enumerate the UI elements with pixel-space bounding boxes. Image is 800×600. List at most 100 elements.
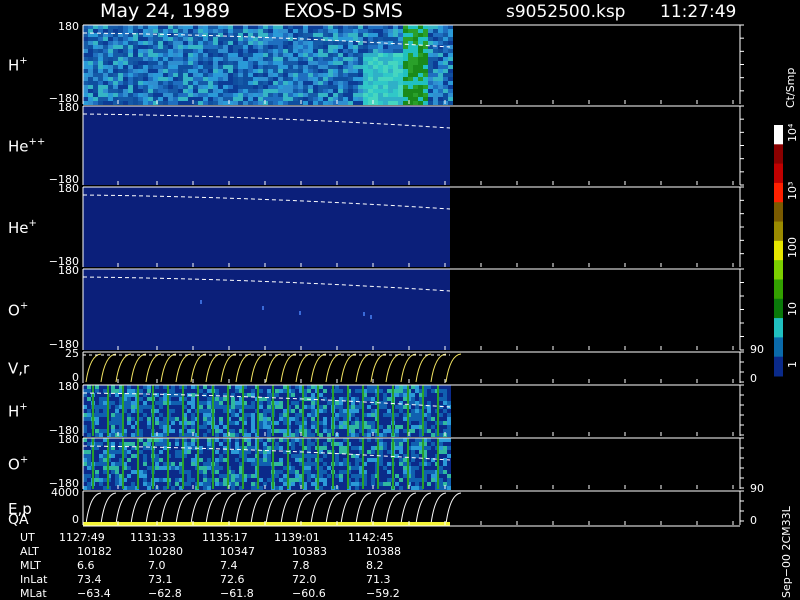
spectro-cell xyxy=(278,81,283,85)
spectro-cell xyxy=(223,97,228,101)
spectro-cell xyxy=(163,478,167,482)
spectro-cell xyxy=(308,93,313,97)
spectro-cell xyxy=(288,25,293,29)
spectro-cell xyxy=(438,69,443,73)
spectro-cell xyxy=(378,81,383,85)
spectro-cell xyxy=(368,33,373,37)
spectro-cell xyxy=(353,77,358,81)
spectro-cell xyxy=(203,77,208,81)
spectro-cell xyxy=(178,25,183,29)
spectro-cell xyxy=(238,69,243,73)
spectro-cell xyxy=(207,425,211,429)
spectro-cell xyxy=(411,409,415,413)
spectro-cell xyxy=(279,470,283,474)
pitch-curve xyxy=(385,353,402,383)
spectro-cell xyxy=(188,97,193,101)
spectro-cell xyxy=(275,393,279,397)
spectro-cell xyxy=(393,29,398,33)
spectro-cell xyxy=(323,25,328,29)
spectro-cell xyxy=(87,405,91,409)
spectro-cell xyxy=(247,405,251,409)
spectro-cell xyxy=(147,486,151,490)
spectro-cell xyxy=(333,57,338,61)
spectro-cell xyxy=(163,33,168,37)
spectro-cell xyxy=(291,454,295,458)
spectro-cell xyxy=(268,77,273,81)
spectro-cell xyxy=(311,409,315,413)
spectro-cell xyxy=(223,29,228,33)
spectro-cell xyxy=(311,458,315,462)
spectro-cell xyxy=(308,33,313,37)
spectro-cell xyxy=(251,462,255,466)
spectro-cell xyxy=(279,442,283,446)
spectro-cell xyxy=(203,478,207,482)
spectro-cell xyxy=(383,85,388,89)
spectro-cell xyxy=(183,49,188,53)
spectro-cell xyxy=(188,81,193,85)
spectro-cell xyxy=(367,385,371,389)
right-tick-top: 90 xyxy=(750,343,764,356)
spectro-cell xyxy=(283,478,287,482)
spectro-cell xyxy=(431,385,435,389)
spectro-cell xyxy=(443,41,448,45)
spectro-cell xyxy=(373,25,378,29)
spectro-cell xyxy=(279,478,283,482)
spectro-cell xyxy=(283,454,287,458)
spectro-cell xyxy=(87,433,91,437)
spectro-cell xyxy=(159,478,163,482)
spectro-cell xyxy=(111,385,115,389)
spectro-cell xyxy=(413,73,418,77)
spectro-cell xyxy=(139,450,143,454)
spectro-cell xyxy=(191,417,195,421)
spectro-cell xyxy=(367,397,371,401)
spectro-cell xyxy=(95,442,99,446)
spectro-cell xyxy=(138,49,143,53)
spectro-cell xyxy=(291,486,295,490)
spectro-cell xyxy=(215,421,219,425)
spectro-cell xyxy=(198,81,203,85)
spectro-cell xyxy=(188,93,193,97)
spectro-cell xyxy=(443,385,447,389)
spectro-cell xyxy=(273,57,278,61)
spectro-cell xyxy=(443,401,447,405)
spectro-cell xyxy=(363,81,368,85)
spectro-cell xyxy=(127,442,131,446)
spectro-cell xyxy=(203,61,208,65)
spectro-cell xyxy=(213,101,218,105)
spectro-cell xyxy=(363,45,368,49)
spectro-cell xyxy=(333,81,338,85)
spectro-cell xyxy=(335,421,339,425)
spectro-cell xyxy=(383,65,388,69)
spectro-cell xyxy=(275,438,279,442)
spectro-cell xyxy=(443,470,447,474)
spectro-cell xyxy=(219,458,223,462)
spectro-cell xyxy=(395,486,399,490)
spectro-cell xyxy=(133,61,138,65)
spectro-cell xyxy=(333,85,338,89)
pitch-curve xyxy=(400,492,417,525)
spectro-cell xyxy=(251,421,255,425)
spectro-cell xyxy=(228,81,233,85)
spectro-cell xyxy=(351,450,355,454)
spectro-cell xyxy=(191,462,195,466)
spectro-cell xyxy=(153,25,158,29)
spectro-cell xyxy=(199,409,203,413)
spectro-cell xyxy=(223,462,227,466)
spectro-cell xyxy=(243,97,248,101)
spectro-cell xyxy=(298,33,303,37)
spectro-cell xyxy=(311,446,315,450)
spectro-cell xyxy=(403,466,407,470)
spectro-cell xyxy=(355,425,359,429)
spectro-cell xyxy=(291,433,295,437)
spectro-cell xyxy=(247,478,251,482)
spectro-cell xyxy=(403,37,408,41)
spectro-cell xyxy=(308,85,313,89)
spectro-cell xyxy=(388,49,393,53)
spectro-cell xyxy=(175,478,179,482)
spectro-cell xyxy=(319,474,323,478)
spectro-cell xyxy=(203,65,208,69)
spectro-cell xyxy=(293,77,298,81)
spectro-cell xyxy=(199,450,203,454)
spectro-cell xyxy=(219,470,223,474)
spectro-cell xyxy=(103,77,108,81)
